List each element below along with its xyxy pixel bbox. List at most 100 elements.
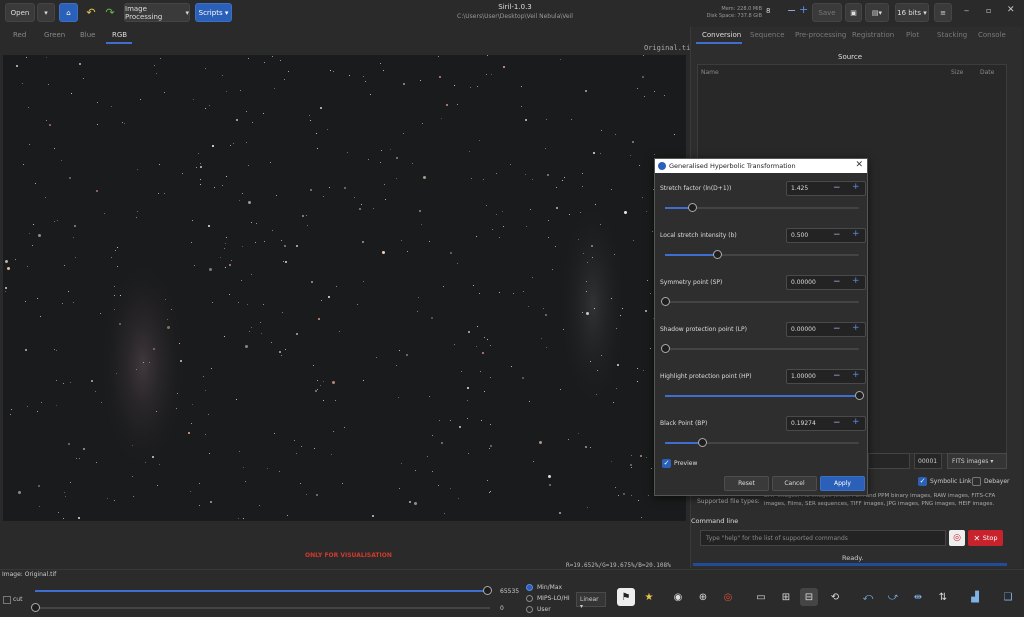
highlight-protection-point-slider-knob[interactable] [855,391,864,400]
highlight-protection-point-spinbox[interactable]: 1.00000 − + [786,369,866,384]
close-button[interactable]: ✕ [1007,5,1015,15]
shadow-protection-point-value[interactable]: 0.00000 [791,326,816,333]
undo-button[interactable]: ↶ [82,3,100,22]
tab-green[interactable]: Green [44,31,65,39]
save-as-button[interactable]: ▤▾ [865,3,889,22]
high-slider-knob[interactable] [483,586,492,595]
col-name-header[interactable]: Name [701,69,719,76]
apply-button[interactable]: Apply [820,476,865,491]
debayer-checkbox[interactable] [972,477,981,486]
highlight-protection-point-slider[interactable] [665,391,864,400]
tab-red[interactable]: Red [13,31,26,39]
cancel-button[interactable]: Cancel [772,476,817,491]
bit-depth-select[interactable]: 16 bits ▾ [895,3,929,22]
tab-blue[interactable]: Blue [80,31,96,39]
local-stretch-intensity-plus-button[interactable]: + [852,229,860,239]
tab-registration[interactable]: Registration [852,31,894,39]
shadow-protection-point-minus-button[interactable]: − [833,324,841,334]
negative-view-button[interactable]: ⚑ [617,588,635,606]
local-stretch-intensity-spinbox[interactable]: 0.500 − + [786,228,866,243]
black-point-spinbox[interactable]: 0.19274 − + [786,416,866,431]
col-date-header[interactable]: Date [980,69,994,76]
symbolic-link-checkbox[interactable]: ✓ [918,477,927,486]
tab-rgb[interactable]: RGB [112,31,127,39]
symmetry-point-plus-button[interactable]: + [852,276,860,286]
tab-preprocessing[interactable]: Pre-processing [795,31,846,39]
shadow-protection-point-spinbox[interactable]: 0.00000 − + [786,322,866,337]
tab-conversion[interactable]: Conversion [702,31,741,39]
black-point-slider-knob[interactable] [697,438,707,447]
symmetry-point-slider-knob[interactable] [661,297,670,306]
col-size-header[interactable]: Size [951,69,963,76]
local-stretch-intensity-slider[interactable] [665,250,859,259]
symmetry-point-minus-button[interactable]: − [833,277,841,287]
highlight-protection-point-minus-button[interactable]: − [833,371,841,381]
tab-stacking[interactable]: Stacking [937,31,967,39]
sequence-name-input[interactable] [868,453,910,469]
main-menu-button[interactable]: ≡ [934,3,952,22]
scale-select[interactable]: Linear ▾ [576,592,606,610]
shadow-protection-point-slider[interactable] [661,344,859,353]
false-color-button[interactable]: ★ [640,588,658,606]
zoom-in-button[interactable]: ⊞ [777,588,795,606]
output-format-select[interactable]: FITS images ▾ [947,453,1007,469]
low-slider[interactable] [31,603,490,612]
high-slider[interactable] [35,586,492,595]
photometry-button[interactable]: ◉ [669,588,687,606]
image-processing-menu[interactable]: Image Processing ▾ [124,3,190,22]
minimize-button[interactable]: ‒ [964,6,969,15]
maximize-button[interactable]: ▫ [986,6,991,15]
stretch-factor-spinbox[interactable]: 1.425 − + [786,181,866,196]
black-point-plus-button[interactable]: + [852,417,860,427]
shadow-protection-point-plus-button[interactable]: + [852,323,860,333]
histogram-button[interactable]: ▟ [966,588,984,606]
help-button[interactable]: ◎ [949,530,965,546]
command-input[interactable]: Type "help" for the list of supported co… [700,530,946,546]
snapshot-button[interactable]: ▣ [845,3,862,22]
black-point-minus-button[interactable]: − [833,418,841,428]
stop-button[interactable]: ✕ Stop [968,530,1003,546]
stretch-factor-plus-button[interactable]: + [852,182,860,192]
annotate-button[interactable]: ◎ [719,588,737,606]
tab-sequence[interactable]: Sequence [750,31,785,39]
mirror-x-button[interactable]: ⇹ [909,588,927,606]
stretch-factor-value[interactable]: 1.425 [791,185,808,192]
threads-minus-button[interactable]: − [787,4,796,17]
black-point-value[interactable]: 0.19274 [791,420,816,427]
preview-checkbox[interactable]: ✓ [662,459,671,468]
cut-checkbox[interactable] [3,596,11,604]
mips-radio[interactable] [526,595,533,602]
symmetry-point-spinbox[interactable]: 0.00000 − + [786,275,866,290]
save-button[interactable]: Save [812,3,842,22]
reset-button[interactable]: Reset [724,476,769,491]
image-canvas[interactable] [3,55,686,521]
astrometry-button[interactable]: ⊕ [694,588,712,606]
threads-plus-button[interactable]: + [799,3,808,16]
minmax-radio[interactable] [526,584,533,591]
start-index-input[interactable]: 00001 [914,453,942,469]
zoom-fit-button[interactable]: ▭ [752,588,770,606]
symmetry-point-slider[interactable] [661,297,859,306]
black-point-slider[interactable] [665,438,859,447]
symmetry-point-value[interactable]: 0.00000 [791,279,816,286]
mirror-y-button[interactable]: ⇅ [934,588,952,606]
highlight-protection-point-plus-button[interactable]: + [852,370,860,380]
shadow-protection-point-slider-knob[interactable] [661,344,670,353]
stretch-factor-slider[interactable] [665,203,859,212]
zoom-reset-button[interactable]: ⟲ [826,588,844,606]
rotate-right-button[interactable]: ⤻ [884,588,902,606]
scripts-menu[interactable]: Scripts ▾ [195,3,232,22]
stretch-factor-minus-button[interactable]: − [833,183,841,193]
local-stretch-intensity-minus-button[interactable]: − [833,230,841,240]
open-button[interactable]: Open [5,3,35,22]
user-radio[interactable] [526,606,533,613]
low-slider-knob[interactable] [31,603,40,612]
tab-console[interactable]: Console [978,31,1006,39]
local-stretch-intensity-value[interactable]: 0.500 [791,232,808,239]
rotate-left-button[interactable]: ⤺ [859,588,877,606]
display-mode-button[interactable]: ❑ [999,588,1017,606]
dialog-close-button[interactable]: ✕ [855,160,863,170]
local-stretch-intensity-slider-knob[interactable] [713,250,723,259]
redo-button[interactable]: ↷ [101,3,119,22]
tab-plot[interactable]: Plot [906,31,919,39]
